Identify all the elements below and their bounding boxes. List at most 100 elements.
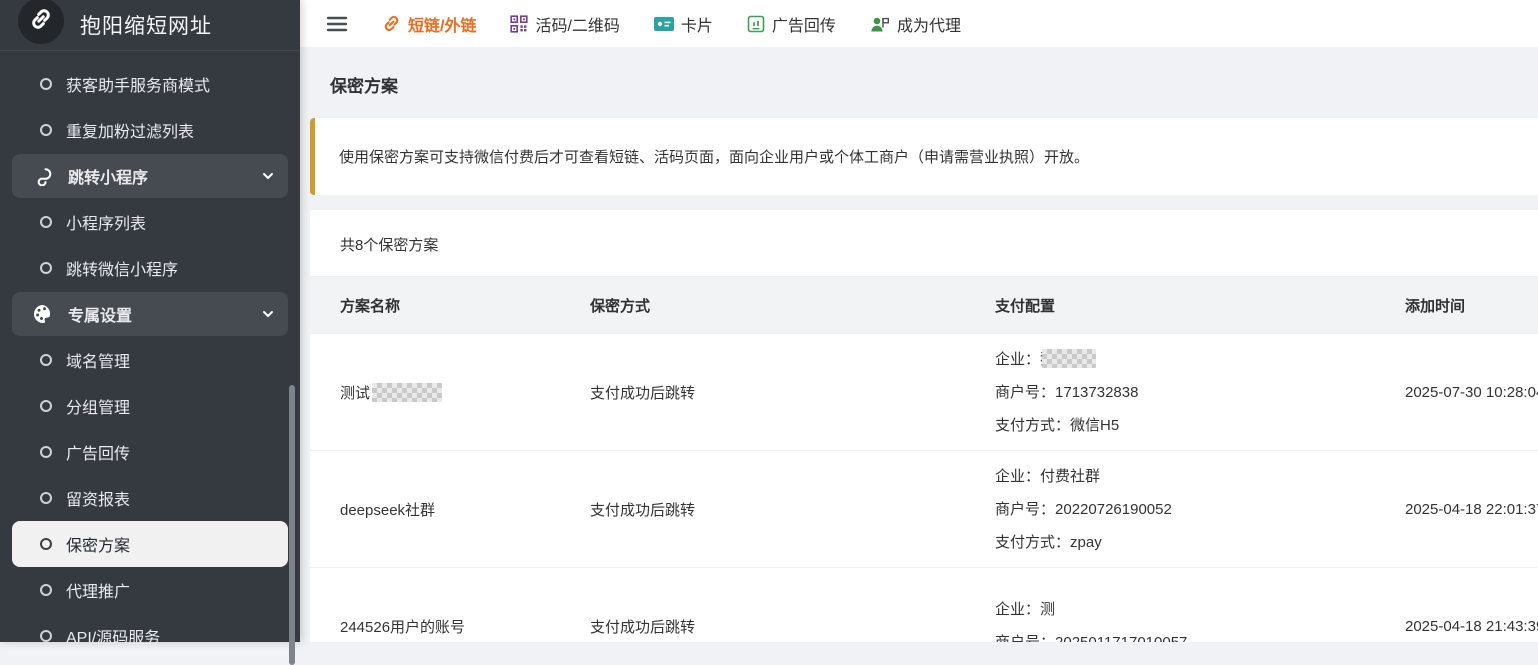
sidebar-item-ad-callback[interactable]: 广告回传 — [12, 429, 288, 475]
chevron-down-icon — [262, 310, 274, 318]
sidebar-item-lead-report[interactable]: 留资报表 — [12, 475, 288, 521]
sidebar-item-jump-wechat-miniprogram[interactable]: 跳转微信小程序 — [12, 245, 288, 291]
sidebar: 抱阳缩短网址 获客助手服务商模式 重复加粉过滤列表 跳转小程序 小程序列表 — [0, 0, 300, 642]
link-icon — [382, 14, 401, 33]
sidebar-item-miniprogram-list[interactable]: 小程序列表 — [12, 199, 288, 245]
sidebar-item-label: 获客助手服务商模式 — [66, 72, 210, 96]
circle-bullet-icon — [40, 630, 52, 642]
pay-config: 企业：猴 商户号：1713732838 支付方式：微信H5 — [995, 343, 1405, 442]
sidebar-item-duplicate-fan-filter[interactable]: 重复加粉过滤列表 — [12, 107, 288, 153]
merchant-line: 商户号：20220726190052 — [995, 493, 1405, 526]
sidebar-item-label: 留资报表 — [66, 486, 130, 510]
brand-title: 抱阳缩短网址 — [80, 10, 212, 40]
plan-name: 244526用户的账号 — [340, 616, 590, 637]
plans-card: 共8个保密方案 方案名称 保密方式 支付配置 添加时间 测试 支付成功后跳转 企… — [310, 210, 1538, 642]
merchant-line: 商户号：1713732838 — [995, 376, 1405, 409]
col-header-secrecy-method: 保密方式 — [590, 295, 995, 316]
sidebar-item-label: 专属设置 — [68, 302, 132, 326]
miniprogram-icon — [32, 165, 54, 187]
secrecy-method: 支付成功后跳转 — [590, 616, 995, 637]
sidebar-group-jump-miniprogram[interactable]: 跳转小程序 — [12, 154, 288, 198]
sidebar-item-secrecy-plan[interactable]: 保密方案 — [12, 521, 288, 567]
qrcode-icon — [510, 15, 528, 33]
nav-item-card[interactable]: 卡片 — [654, 12, 713, 36]
chevron-down-icon — [262, 172, 274, 180]
col-header-plan-name: 方案名称 — [340, 295, 590, 316]
table-header-row: 方案名称 保密方式 支付配置 添加时间 — [310, 277, 1538, 334]
sidebar-item-customer-helper[interactable]: 获客助手服务商模式 — [12, 61, 288, 107]
nav-item-short-link[interactable]: 短链/外链 — [382, 12, 476, 36]
sidebar-item-label: 重复加粉过滤列表 — [66, 118, 194, 142]
added-time: 2025-07-30 10:28:04 — [1405, 384, 1538, 401]
circle-bullet-icon — [40, 538, 52, 550]
sidebar-item-label: 跳转微信小程序 — [66, 256, 178, 280]
hamburger-menu-icon[interactable] — [326, 15, 348, 33]
circle-bullet-icon — [40, 354, 52, 366]
sidebar-item-label: 保密方案 — [66, 532, 130, 556]
nav-item-ad-callback[interactable]: 广告回传 — [747, 12, 836, 36]
nav-label: 活码/二维码 — [535, 12, 619, 36]
added-time: 2025-04-18 21:43:39 — [1405, 618, 1538, 635]
sidebar-item-label: 跳转小程序 — [68, 164, 148, 188]
pay-config: 企业：付费社群 商户号：20220726190052 支付方式：zpay — [995, 460, 1405, 559]
sidebar-item-domain-management[interactable]: 域名管理 — [12, 337, 288, 383]
ad-chart-icon — [747, 15, 765, 33]
top-navbar: 短链/外链 活码/二维码 — [300, 0, 1538, 47]
col-header-pay-config: 支付配置 — [995, 295, 1405, 316]
sidebar-group-exclusive-settings[interactable]: 专属设置 — [12, 292, 288, 336]
censor-mosaic — [372, 383, 442, 402]
chain-link-icon — [29, 7, 53, 36]
pay-config: 企业：测 商户号：2025011717010057 — [995, 593, 1405, 642]
table-row[interactable]: deepseek社群 支付成功后跳转 企业：付费社群 商户号：202207261… — [310, 451, 1538, 568]
circle-bullet-icon — [40, 216, 52, 228]
table-row[interactable]: 测试 支付成功后跳转 企业：猴 商户号：1713732838 支付方式：微信H5… — [310, 334, 1538, 451]
circle-bullet-icon — [40, 584, 52, 596]
sidebar-item-label: 代理推广 — [66, 578, 130, 602]
secrecy-method: 支付成功后跳转 — [590, 499, 995, 520]
sidebar-item-label: 域名管理 — [66, 348, 130, 372]
nav-label: 广告回传 — [772, 12, 836, 36]
sidebar-item-label: 分组管理 — [66, 394, 130, 418]
circle-bullet-icon — [40, 78, 52, 90]
nav-label: 卡片 — [681, 12, 713, 36]
circle-bullet-icon — [40, 124, 52, 136]
card-icon — [654, 16, 674, 32]
plan-count: 共8个保密方案 — [310, 210, 1538, 277]
sidebar-item-group-management[interactable]: 分组管理 — [12, 383, 288, 429]
table-row[interactable]: 244526用户的账号 支付成功后跳转 企业：测 商户号：20250117170… — [310, 568, 1538, 642]
page-title: 保密方案 — [300, 47, 1538, 97]
enterprise-line: 企业：猴 — [995, 343, 1405, 376]
alert-text: 使用保密方案可支持微信付费后才可查看短链、活码页面，面向企业用户或个体工商户（申… — [339, 149, 1089, 166]
nav-item-live-code[interactable]: 活码/二维码 — [510, 12, 619, 36]
nav-label: 短链/外链 — [408, 12, 476, 36]
circle-bullet-icon — [40, 446, 52, 458]
nav-item-become-agent[interactable]: 成为代理 — [870, 12, 961, 36]
censor-mosaic — [1042, 349, 1096, 368]
pay-method-line: 支付方式：微信H5 — [995, 409, 1405, 442]
col-header-added-time: 添加时间 — [1405, 295, 1538, 316]
sidebar-item-agent-promotion[interactable]: 代理推广 — [12, 567, 288, 613]
info-alert: 使用保密方案可支持微信付费后才可查看短链、活码页面，面向企业用户或个体工商户（申… — [310, 118, 1538, 195]
plan-name: deepseek社群 — [340, 499, 590, 520]
logo — [18, 0, 64, 44]
main-content: 保密方案 使用保密方案可支持微信付费后才可查看短链、活码页面，面向企业用户或个体… — [300, 47, 1538, 642]
sidebar-item-label: 小程序列表 — [66, 210, 146, 234]
secrecy-method: 支付成功后跳转 — [590, 382, 995, 403]
brand-header: 抱阳缩短网址 — [0, 0, 300, 51]
agent-flag-icon — [870, 15, 890, 33]
pay-method-line: 支付方式：zpay — [995, 526, 1405, 559]
enterprise-line: 企业：付费社群 — [995, 460, 1405, 493]
sidebar-item-label: API/源码服务 — [66, 624, 160, 648]
circle-bullet-icon — [40, 400, 52, 412]
sidebar-menu: 获客助手服务商模式 重复加粉过滤列表 跳转小程序 小程序列表 跳转微信小程序 — [0, 51, 300, 659]
circle-bullet-icon — [40, 492, 52, 504]
merchant-line: 商户号：2025011717010057 — [995, 626, 1405, 642]
nav-label: 成为代理 — [897, 12, 961, 36]
enterprise-line: 企业：测 — [995, 593, 1405, 626]
circle-bullet-icon — [40, 262, 52, 274]
sidebar-scrollbar[interactable] — [289, 385, 295, 665]
sidebar-item-api-source[interactable]: API/源码服务 — [12, 613, 288, 659]
sidebar-item-label: 广告回传 — [66, 440, 130, 464]
added-time: 2025-04-18 22:01:37 — [1405, 501, 1538, 518]
plan-name: 测试 — [340, 382, 590, 403]
